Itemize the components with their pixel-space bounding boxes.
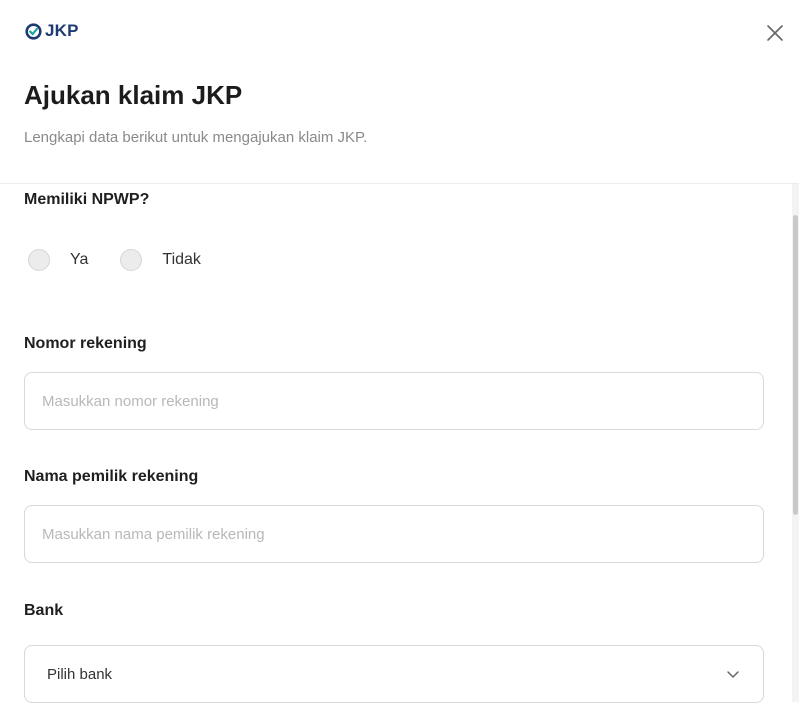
chevron-down-icon — [727, 671, 739, 678]
account-name-input[interactable] — [25, 506, 763, 562]
radio-tidak[interactable] — [120, 249, 143, 271]
radio-ya[interactable] — [28, 249, 50, 271]
bank-select[interactable]: Pilih bank — [24, 645, 764, 703]
scrollbar-thumb[interactable] — [793, 215, 798, 515]
logo-text: JKP — [45, 21, 79, 40]
npwp-label: Memiliki NPWP? — [24, 191, 150, 208]
jkp-logo: JKP — [25, 21, 79, 41]
page-subtitle: Lengkapi data berikut untuk mengajukan k… — [24, 129, 368, 146]
npwp-option-ya[interactable]: Ya — [28, 249, 88, 271]
close-icon — [767, 25, 783, 41]
radio-tidak-label: Tidak — [162, 251, 201, 268]
account-number-field-wrapper — [24, 372, 764, 430]
account-number-input[interactable] — [25, 373, 763, 429]
page-title: Ajukan klaim JKP — [24, 80, 243, 110]
npwp-radio-group: Ya Tidak — [28, 249, 233, 271]
bank-select-value: Pilih bank — [47, 666, 113, 683]
npwp-option-tidak[interactable]: Tidak — [120, 249, 201, 271]
jkp-logo-icon — [25, 22, 42, 40]
close-button[interactable] — [762, 20, 788, 46]
radio-ya-label: Ya — [70, 251, 89, 268]
account-name-label: Nama pemilik rekening — [24, 468, 199, 485]
modal-header: JKP — [0, 0, 799, 70]
bank-label: Bank — [24, 602, 64, 619]
account-number-label: Nomor rekening — [24, 335, 147, 352]
account-name-field-wrapper — [24, 505, 764, 563]
